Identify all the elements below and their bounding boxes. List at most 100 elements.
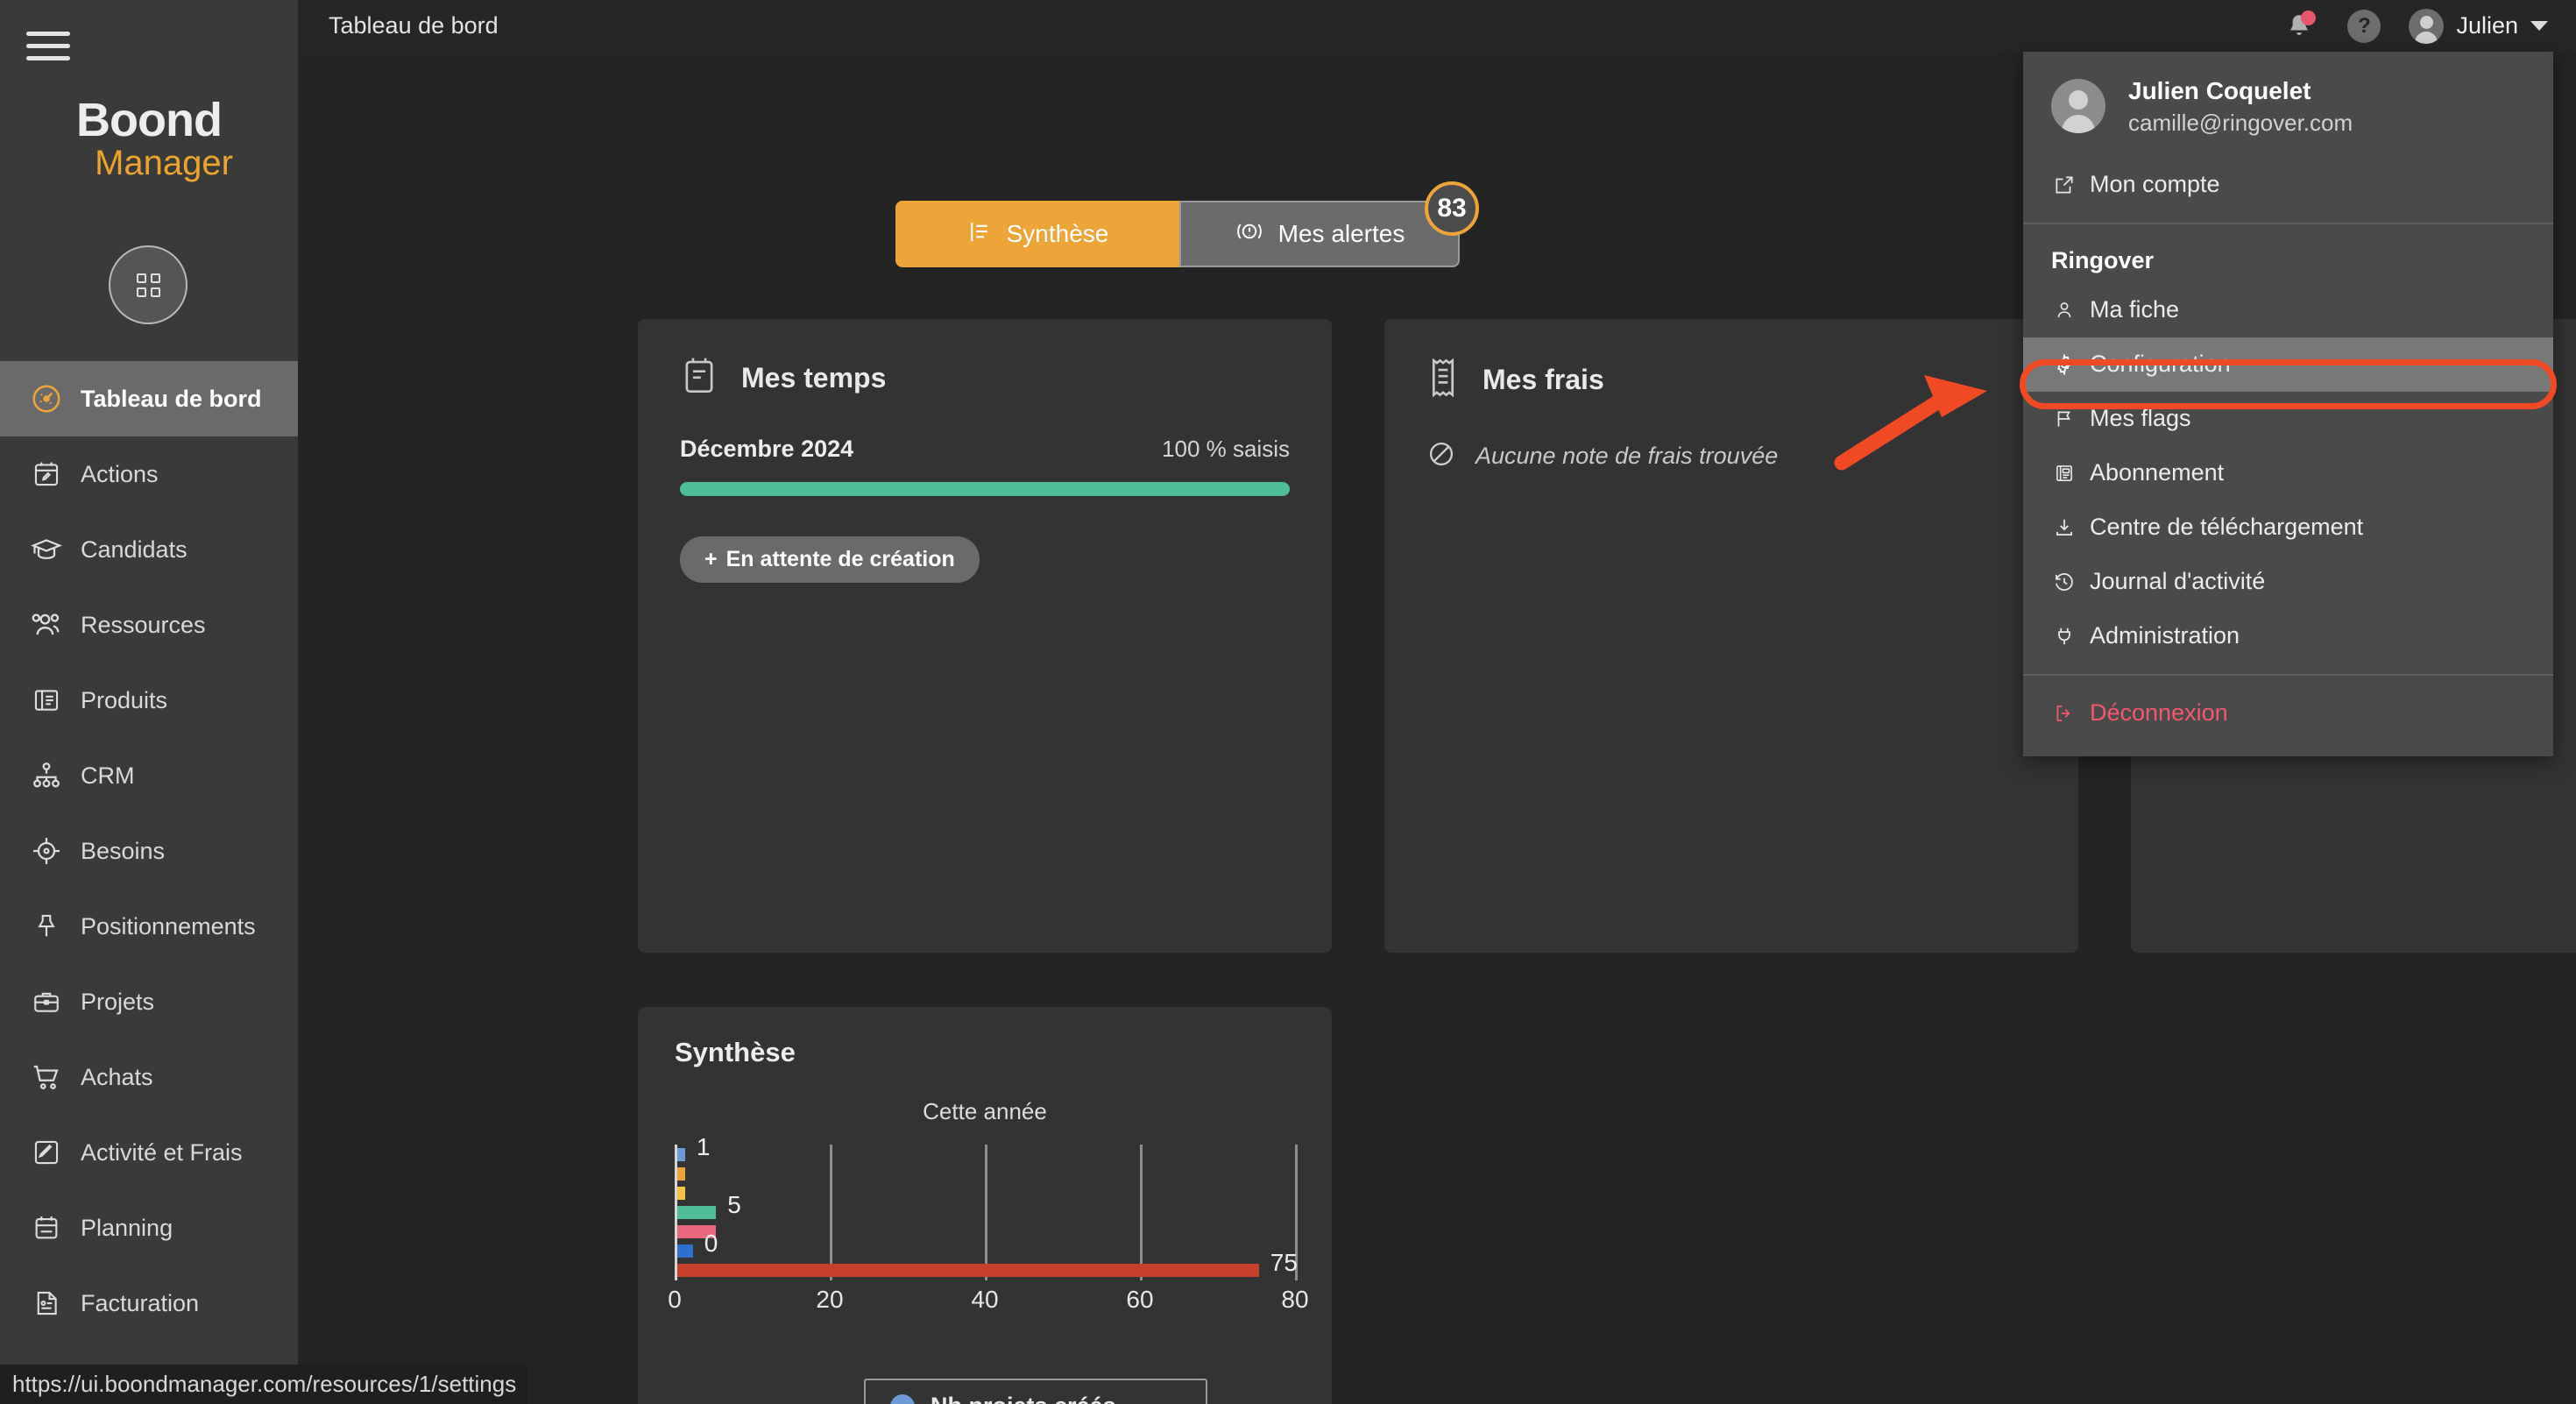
card-synthese-chart: Synthèse Cette année 15075 020406080 Nb … [638, 1007, 1332, 1404]
chart-bar [677, 1166, 685, 1181]
sidebar-item-label: Planning [81, 1214, 173, 1241]
briefcase-icon [25, 985, 68, 1018]
notifications-button[interactable] [2267, 0, 2332, 52]
legend-label: Nb projets créés [931, 1393, 1116, 1404]
legend-item[interactable]: Nb projets créés [890, 1393, 1206, 1404]
sidebar-item-projets[interactable]: Projets [0, 964, 298, 1039]
card-mes-temps: Mes temps Décembre 2024 100 % saisis + E… [638, 319, 1332, 953]
sidebar-item-label: Ressources [81, 611, 206, 638]
apps-grid-button[interactable] [109, 245, 188, 324]
tab-mes-alertes[interactable]: Mes alertes [1179, 201, 1460, 267]
alerts-count-badge: 83 [1425, 181, 1479, 236]
sidebar-item-label: Produits [81, 686, 168, 713]
card-header: Mes temps [680, 356, 1290, 401]
dropdown-item-administration[interactable]: Administration [2023, 609, 2553, 663]
sidebar-item-tableau-de-bord[interactable]: Tableau de bord [0, 361, 298, 436]
dropdown-item-mon-compte[interactable]: Mon compte [2023, 158, 2553, 212]
chart-legend: Nb projets créésNb positionnementsNb bes… [864, 1379, 1207, 1404]
dropdown-item-configuration[interactable]: Configuration [2023, 337, 2553, 392]
help-button[interactable]: ? [2332, 0, 2396, 52]
tab-alerts-wrap: Mes alertes 83 [1179, 181, 1479, 267]
alert-icon [1235, 218, 1264, 251]
sidebar-item-label: CRM [81, 762, 135, 789]
dashboard-tabs: Synthèse Mes alertes 83 [895, 181, 1479, 267]
pencil-square-icon [25, 1136, 68, 1169]
chart-subtitle: Cette année [923, 1098, 1047, 1124]
empty-text: Aucune note de frais trouvée [1476, 443, 1779, 469]
sidebar-item-label: Actions [81, 460, 159, 487]
dropdown-item-deconnexion[interactable]: Déconnexion [2023, 686, 2553, 741]
app-logo[interactable]: Boond Manager [0, 96, 298, 181]
org-chart-icon [25, 759, 68, 792]
hamburger-bar [26, 31, 70, 36]
hamburger-bar [26, 43, 70, 48]
sidebar-item-label: Positionnements [81, 912, 256, 940]
dropdown-user-info: Julien Coquelet camille@ringover.com [2023, 52, 2553, 158]
dropdown-item-centre-de-telechargement[interactable]: Centre de téléchargement [2023, 500, 2553, 555]
card-mes-frais: Mes frais Aucune note de frais trouvée [1384, 319, 2078, 953]
dropdown-item-label: Configuration [2090, 351, 2231, 378]
chevron-down-icon [2530, 21, 2548, 31]
x-axis-tick-label: 40 [971, 1286, 999, 1313]
dropdown-item-ma-fiche[interactable]: Ma fiche [2023, 283, 2553, 337]
sidebar: Boond Manager Tableau de bord Actions Ca… [0, 0, 298, 1404]
external-link-icon [2051, 174, 2077, 196]
chart-bar [677, 1147, 685, 1161]
sidebar-item-activite-et-frais[interactable]: Activité et Frais [0, 1115, 298, 1190]
dropdown-item-mes-flags[interactable]: Mes flags [2023, 392, 2553, 446]
cart-icon [25, 1060, 68, 1094]
chart-bar [677, 1264, 1259, 1278]
timesheet-summary-row: Décembre 2024 100 % saisis [680, 436, 1290, 463]
menu-toggle-icon[interactable] [19, 21, 77, 70]
chart-gridline [1140, 1145, 1143, 1280]
sidebar-item-label: Besoins [81, 837, 166, 864]
sidebar-item-label: Achats [81, 1063, 153, 1090]
sidebar-item-besoins[interactable]: Besoins [0, 813, 298, 889]
gauge-icon [25, 382, 68, 415]
calendar-edit-icon [25, 457, 68, 491]
chart-bar [677, 1206, 717, 1219]
sidebar-item-actions[interactable]: Actions [0, 436, 298, 512]
dropdown-item-abonnement[interactable]: Abonnement [2023, 446, 2553, 500]
sidebar-item-ressources[interactable]: Ressources [0, 587, 298, 663]
sidebar-item-positionnements[interactable]: Positionnements [0, 889, 298, 964]
list-icon [966, 218, 993, 251]
dropdown-item-label: Centre de téléchargement [2090, 514, 2364, 541]
gear-icon [2051, 353, 2077, 376]
pending-creation-button[interactable]: + En attente de création [680, 536, 980, 583]
grid-icon [136, 273, 160, 297]
chart-bar-label: 75 [1270, 1249, 1298, 1277]
timesheet-percent: 100 % saisis [1162, 436, 1290, 462]
user-name-label: Julien [2456, 12, 2518, 39]
sidebar-item-facturation[interactable]: Facturation [0, 1266, 298, 1341]
app-root: Boond Manager Tableau de bord Actions Ca… [0, 0, 2576, 1404]
chart-bar-label: 5 [727, 1191, 741, 1218]
dropdown-item-journal-d-activite[interactable]: Journal d'activité [2023, 555, 2553, 609]
hamburger-bar [26, 55, 70, 60]
pending-creation-label: En attente de création [725, 547, 955, 571]
sidebar-item-candidats[interactable]: Candidats [0, 512, 298, 587]
sidebar-item-produits[interactable]: Produits [0, 663, 298, 738]
x-axis-tick-label: 20 [816, 1286, 844, 1313]
status-bar-url: https://ui.boondmanager.com/resources/1/… [0, 1365, 529, 1404]
timesheet-month: Décembre 2024 [680, 436, 854, 462]
sidebar-item-planning[interactable]: Planning [0, 1190, 298, 1266]
x-axis: 0 20 40 60 80 [668, 1286, 1308, 1324]
receipt-icon [1426, 356, 1460, 404]
sidebar-item-crm[interactable]: CRM [0, 738, 298, 813]
dropdown-item-label: Administration [2090, 622, 2240, 649]
sidebar-nav: Tableau de bord Actions Candidats Ressou… [0, 361, 298, 1404]
people-icon [25, 608, 68, 642]
timesheet-icon [680, 356, 718, 401]
sidebar-item-label: Candidats [81, 535, 188, 563]
sidebar-item-achats[interactable]: Achats [0, 1039, 298, 1115]
user-menu-button[interactable]: Julien [2396, 8, 2548, 44]
book-icon [25, 684, 68, 717]
page-title: Tableau de bord [329, 12, 499, 39]
divider [2023, 673, 2553, 676]
divider [2023, 222, 2553, 224]
tab-synthese[interactable]: Synthèse [895, 201, 1179, 267]
chart-bar-label: 0 [704, 1230, 718, 1258]
calendar-icon [25, 1211, 68, 1244]
x-axis-tick-label: 60 [1126, 1286, 1154, 1313]
